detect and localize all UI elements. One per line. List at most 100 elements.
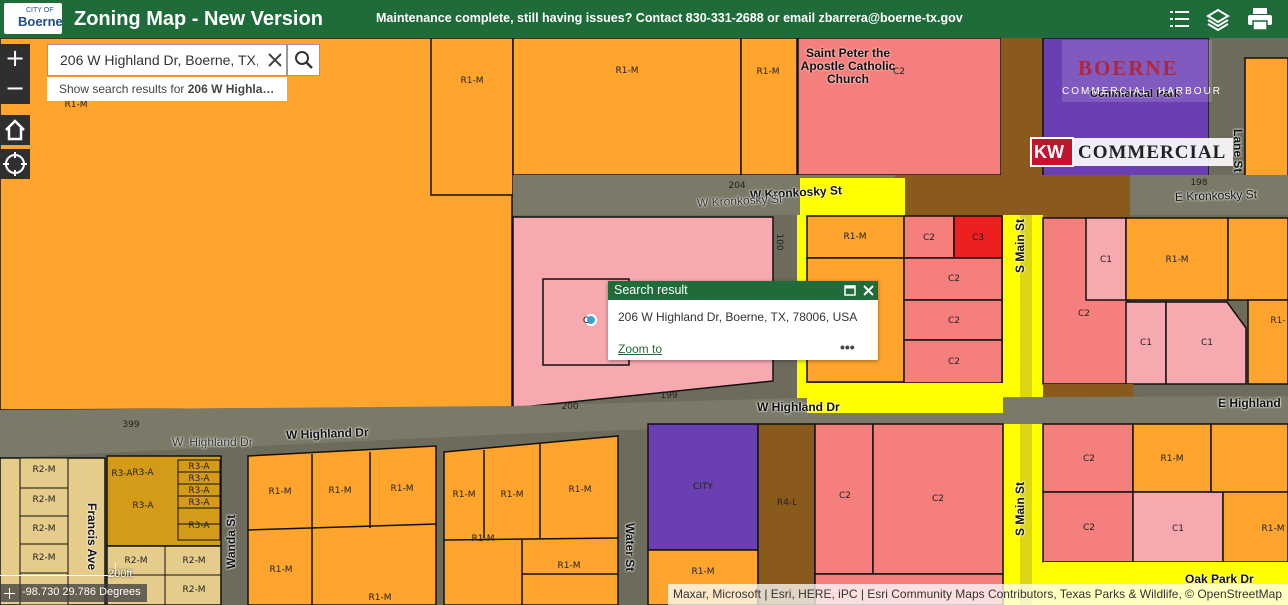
city-logo: CITY OF Boerne (4, 3, 63, 34)
zone-label: R2-M (32, 465, 56, 475)
search-button[interactable] (287, 44, 320, 76)
zone-label: R2-M (32, 524, 56, 534)
search-suggestion[interactable]: Show search results for 206 W Highla… (47, 77, 287, 101)
zone-label: R1-M (1160, 454, 1184, 464)
zone-label: R1-M (691, 567, 715, 577)
zone-label: C2 (947, 274, 961, 284)
zone-label: R4-L (776, 498, 798, 508)
zone-label: R1-M (500, 490, 524, 500)
search-box (47, 44, 287, 76)
maximize-icon[interactable] (844, 285, 856, 296)
zone-label: C3 (971, 233, 985, 243)
boerne-sign-sub2: HARBOUR (1158, 86, 1223, 97)
zone-label: C1 (1139, 338, 1153, 348)
street-label: S Main St (1013, 481, 1027, 536)
zone-label: R3-A (188, 521, 210, 531)
zone-label: C2 (892, 67, 906, 77)
zone-label: R1- (1270, 316, 1286, 326)
search-input[interactable] (48, 45, 258, 75)
zone-label: R1-M (1261, 524, 1285, 534)
zone-label: R2-M (124, 556, 148, 566)
zone-label: C2 (838, 491, 852, 501)
zone-label: C1 (1200, 338, 1214, 348)
street-label: S Main St (1013, 218, 1027, 273)
layers-icon[interactable] (1199, 0, 1237, 38)
logo-small-text: CITY OF (26, 7, 54, 14)
close-icon (268, 53, 282, 67)
locate-button[interactable] (0, 149, 30, 179)
zoom-in-button[interactable]: + (0, 44, 30, 74)
maintenance-notice: Maintenance complete, still having issue… (376, 11, 963, 25)
zone-label: C2 (947, 316, 961, 326)
street-label: E Kronkosky St (1174, 187, 1258, 204)
street-label: Lane St (1231, 129, 1245, 173)
zone-label: C2 (1082, 454, 1096, 464)
zone-label: R1-M (268, 487, 292, 497)
popup-address: 206 W Highland Dr, Boerne, TX, 78006, US… (618, 310, 858, 324)
zoom-to-link[interactable]: Zoom to (618, 342, 662, 356)
street-label: E Highland (1218, 396, 1281, 410)
zone-label: R1-M (460, 76, 484, 86)
more-actions-button[interactable]: ••• (840, 339, 855, 355)
app-title: Zoning Map - New Version (74, 8, 323, 30)
zone-label: C1 (1171, 524, 1185, 534)
zoom-out-button[interactable]: − (0, 74, 30, 104)
street-label: W. Highland Dr (172, 435, 253, 449)
zone-label: C2 (922, 233, 936, 243)
zone-label: R3-A (132, 468, 154, 478)
logo-text: Boerne (18, 14, 63, 29)
zoning-map[interactable]: Saint Peter the Apostle Catholic Church … (0, 38, 1288, 605)
suggestion-term: 206 W Highla… (187, 82, 275, 96)
zone-label: R1-M (615, 66, 639, 76)
popup-title: Search result (614, 283, 688, 297)
zone-label: R1-M (452, 490, 476, 500)
zone-label: C1 (1099, 255, 1113, 265)
address-number: 200 (561, 402, 579, 412)
street-label: W Highland Dr (757, 400, 840, 414)
scale-bar (0, 563, 116, 576)
zone-label: R1-M (328, 486, 352, 496)
zone-label: R2-M (32, 553, 56, 563)
zone-label: R1-M (1165, 255, 1189, 265)
home-button[interactable] (0, 115, 30, 145)
print-icon[interactable] (1240, 0, 1278, 38)
zone-label: R3-A (188, 498, 210, 508)
zone-label: R1-M (568, 485, 592, 495)
zone-label: R2-M (32, 495, 56, 505)
zone-label: C2 (947, 357, 961, 367)
kw-sign: KW (1034, 142, 1064, 162)
zone-label: R1-M (557, 561, 581, 571)
zone-label: R1-M (756, 67, 780, 77)
app-header: CITY OF Boerne Zoning Map - New Version … (0, 0, 1288, 38)
zone-label: R3-A (111, 469, 133, 479)
boerne-sign: BOERNE (1078, 56, 1179, 80)
address-number: 399 (122, 420, 140, 430)
zone-label: R3-A (188, 474, 210, 484)
zone-label: R3-A (188, 462, 210, 472)
address-number: 198 (1190, 178, 1208, 188)
suggestion-prefix: Show search results for (59, 82, 188, 96)
zone-label: R3-A (132, 501, 154, 511)
map-attribution[interactable]: Maxar, Microsoft | Esri, HERE, iPC | Esr… (668, 584, 1288, 605)
scale-label: 200ft (108, 568, 133, 580)
street-label: Wanda St (224, 514, 238, 569)
popup-header: Search result (608, 281, 878, 300)
coordinate-readout[interactable]: -98.730 29.786 Degrees (0, 584, 147, 602)
boerne-sign-sub: COMMERCIAL (1062, 86, 1150, 97)
legend-list-icon[interactable] (1160, 0, 1198, 38)
zone-label: C2 (1082, 523, 1096, 533)
zone-label: R3-A (188, 486, 210, 496)
zone-label: R1-M (390, 484, 414, 494)
address-number: 204 (728, 181, 746, 191)
zone-label: CITY (693, 482, 713, 492)
poi-church-label: Saint Peter the Apostle Catholic Church (800, 46, 896, 86)
home-icon (5, 119, 25, 141)
clear-search-button[interactable] (263, 48, 287, 72)
zone-label: R2-M (182, 585, 206, 595)
street-label: Water St (623, 523, 637, 572)
zone-label: R1-M (269, 565, 293, 575)
search-result-popup: Search result 206 W Highland Dr, Boerne,… (608, 281, 878, 360)
kw-commercial-sign: COMMERCIAL (1078, 142, 1227, 163)
zone-label: R1-M (368, 593, 392, 603)
close-popup-icon[interactable] (862, 284, 875, 297)
